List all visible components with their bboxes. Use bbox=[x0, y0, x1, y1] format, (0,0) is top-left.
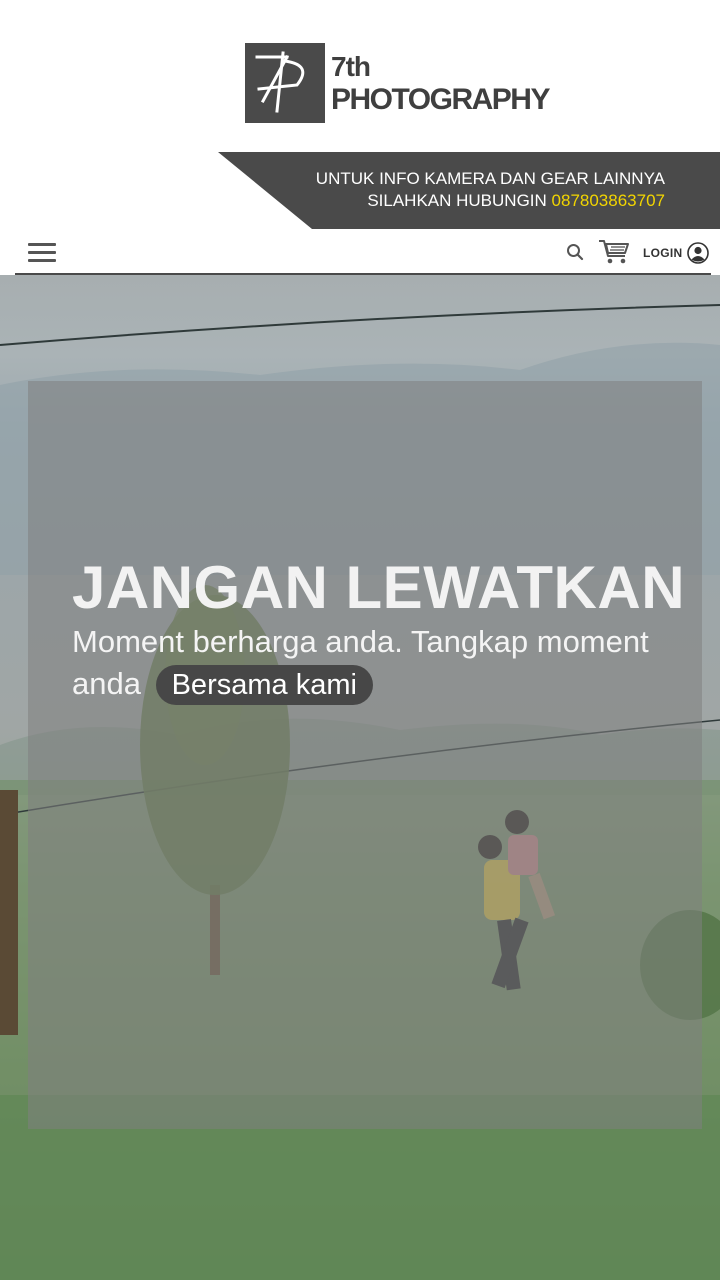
hero-cta-button[interactable]: Bersama kami bbox=[155, 665, 373, 705]
user-circle-icon bbox=[686, 242, 709, 264]
logo-text-photography: PHOTOGRAPHY bbox=[331, 83, 550, 116]
search-icon[interactable] bbox=[566, 243, 584, 261]
banner-contact-prefix: SILAHKAN HUBUNGIN bbox=[367, 191, 547, 210]
shopping-cart-icon[interactable] bbox=[598, 239, 630, 265]
hero-subline: Moment berharga anda. Tangkap moment and… bbox=[72, 621, 672, 705]
hero-banner: JANGAN LEWATKAN Moment berharga anda. Ta… bbox=[0, 275, 720, 1280]
hamburger-menu-icon[interactable] bbox=[28, 243, 56, 263]
login-button[interactable]: LOGIN bbox=[643, 240, 709, 266]
banner-line-2: SILAHKAN HUBUNGIN 087803863707 bbox=[367, 191, 665, 211]
hero-headline: JANGAN LEWATKAN bbox=[72, 554, 686, 621]
logo-text-7th: 7th bbox=[331, 51, 371, 82]
banner-phone-number[interactable]: 087803863707 bbox=[552, 191, 665, 210]
hero-overlay bbox=[28, 381, 702, 1129]
info-banner: UNTUK INFO KAMERA DAN GEAR LAINNYA SILAH… bbox=[218, 152, 720, 229]
banner-line-1: UNTUK INFO KAMERA DAN GEAR LAINNYA bbox=[315, 169, 665, 188]
nav-bar: LOGIN bbox=[15, 232, 711, 275]
site-logo[interactable]: 7th PHOTOGRAPHY bbox=[245, 43, 550, 125]
logo-mark-icon bbox=[245, 43, 325, 123]
login-label: LOGIN bbox=[643, 246, 683, 260]
